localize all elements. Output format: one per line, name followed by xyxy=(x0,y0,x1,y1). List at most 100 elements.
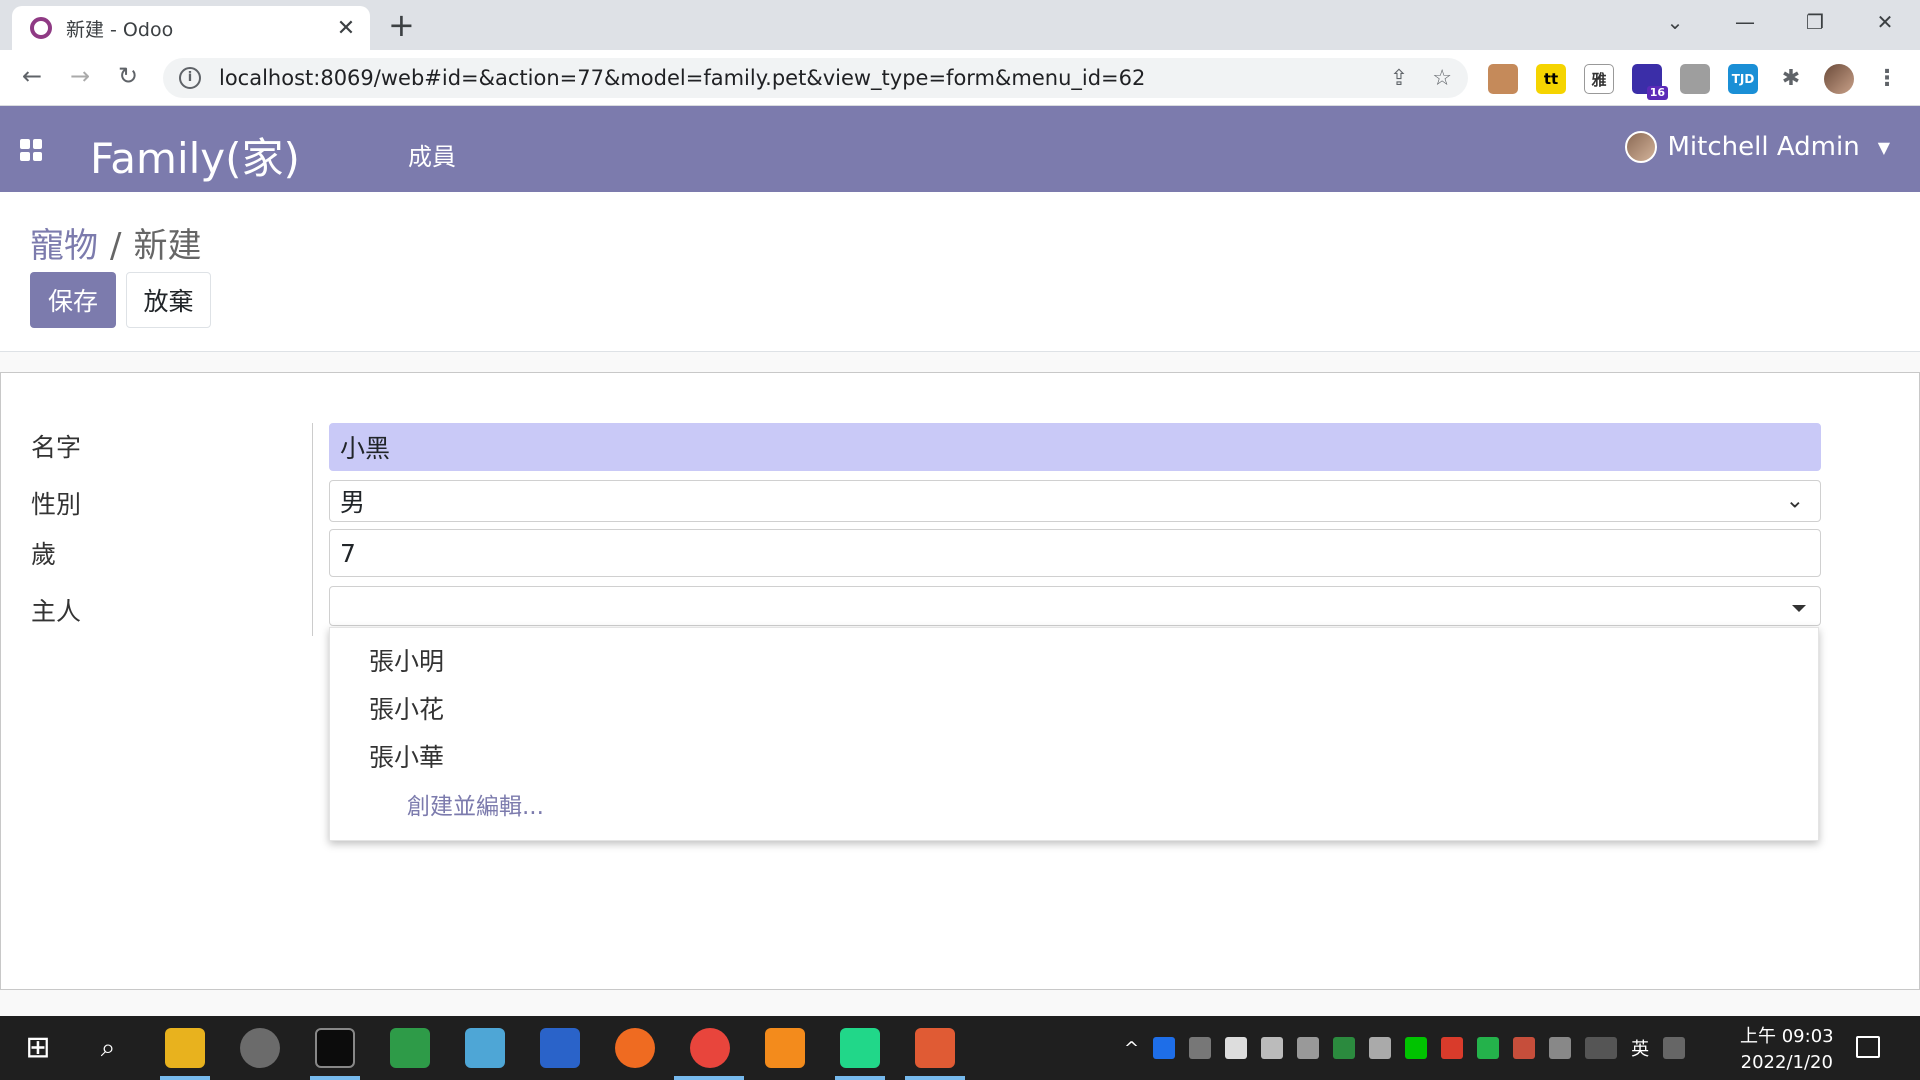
kebab-menu-icon[interactable]: ⋮ xyxy=(1872,64,1902,94)
settings-gear-icon[interactable] xyxy=(240,1028,280,1068)
check-shield-icon[interactable] xyxy=(1477,1037,1500,1059)
bluetooth-icon[interactable] xyxy=(1153,1037,1176,1059)
owner-option[interactable]: 張小明 xyxy=(369,642,444,678)
name-label: 名字 xyxy=(31,433,82,462)
age-label: 歲 xyxy=(31,540,57,569)
volume-icon[interactable] xyxy=(1369,1037,1392,1059)
window-controls: ⌄ — ❐ ✕ xyxy=(1640,0,1920,44)
notebook-app-icon[interactable] xyxy=(465,1028,505,1068)
breadcrumb: 寵物 / 新建 xyxy=(30,218,201,267)
url-text[interactable]: localhost:8069/web#id=&action=77&model=f… xyxy=(219,66,1390,90)
app-title[interactable]: Family(家) xyxy=(90,125,300,186)
browser-toolbar: ← → ↻ i localhost:8069/web#id=&action=77… xyxy=(0,50,1920,106)
owner-input[interactable] xyxy=(329,586,1821,626)
ime-language-indicator[interactable]: 英 xyxy=(1631,1035,1649,1061)
breadcrumb-current: 新建 xyxy=(133,226,202,266)
firefox-icon[interactable] xyxy=(615,1028,655,1068)
menu-members[interactable]: 成員 xyxy=(408,137,456,172)
pycharm-icon[interactable] xyxy=(840,1028,880,1068)
owner-option[interactable]: 張小華 xyxy=(369,738,444,774)
forward-icon[interactable]: → xyxy=(64,62,96,90)
close-window-icon[interactable]: ✕ xyxy=(1850,0,1920,44)
battery-icon[interactable] xyxy=(1261,1037,1284,1059)
active-indicator xyxy=(835,1076,885,1080)
ya-extension-icon[interactable]: 雅 xyxy=(1584,64,1614,94)
active-indicator xyxy=(674,1076,744,1080)
age-input[interactable]: 7 xyxy=(329,529,1821,577)
gender-select[interactable]: 男 ⌄ xyxy=(329,480,1821,522)
office-app-icon[interactable] xyxy=(390,1028,430,1068)
restore-icon[interactable]: ❐ xyxy=(1780,0,1850,44)
owner-option[interactable]: 張小花 xyxy=(369,690,444,726)
create-and-edit-link[interactable]: 創建並編輯... xyxy=(407,787,544,821)
user-menu[interactable]: Mitchell Admin ▼ xyxy=(1625,131,1890,163)
name-input[interactable]: 小黑 xyxy=(329,423,1821,471)
user-avatar xyxy=(1625,131,1658,163)
browser-tab-strip: 新建 - Odoo ✕ + ⌄ — ❐ ✕ xyxy=(0,0,1920,50)
minimize-icon[interactable]: — xyxy=(1710,0,1780,44)
share-icon[interactable]: ⇪ xyxy=(1390,66,1408,91)
control-panel: 寵物 / 新建 保存 放棄 xyxy=(0,192,1920,352)
back-icon[interactable]: ← xyxy=(16,62,48,90)
apps-grid-icon[interactable] xyxy=(20,139,42,161)
active-indicator xyxy=(160,1076,210,1080)
terminal-icon[interactable] xyxy=(315,1028,355,1068)
save-button[interactable]: 保存 xyxy=(30,272,116,328)
tjd-extension-icon[interactable]: TJD xyxy=(1728,64,1758,94)
new-tab-icon[interactable]: + xyxy=(388,9,415,41)
browser-tab[interactable]: 新建 - Odoo ✕ xyxy=(12,6,370,50)
profile-card-extension-icon[interactable] xyxy=(1680,64,1710,94)
dropdown-caret-icon[interactable] xyxy=(1792,605,1806,612)
windows-start-icon[interactable]: ⊞ xyxy=(18,1028,58,1068)
gender-value: 男 xyxy=(340,488,366,517)
extension-badge: 16 xyxy=(1646,86,1668,100)
ime-mode-icon[interactable] xyxy=(1663,1037,1686,1059)
chrome-icon[interactable] xyxy=(690,1028,730,1068)
reload-icon[interactable]: ↻ xyxy=(112,62,144,90)
sync-tray-icon[interactable] xyxy=(1513,1037,1536,1059)
active-indicator xyxy=(905,1076,965,1080)
user-name: Mitchell Admin xyxy=(1667,132,1860,162)
odoo-favicon-icon xyxy=(30,17,52,39)
breadcrumb-pets-link[interactable]: 寵物 xyxy=(30,226,98,266)
security-shield-icon[interactable] xyxy=(1225,1037,1248,1059)
sublime-text-icon[interactable] xyxy=(765,1028,805,1068)
search-icon[interactable]: ⌕ xyxy=(88,1028,128,1068)
bookmark-star-icon[interactable]: ☆ xyxy=(1432,66,1452,91)
show-hidden-icons-icon[interactable]: ^ xyxy=(1124,1038,1139,1059)
puzzle-extensions-icon[interactable]: ✱ xyxy=(1776,64,1806,94)
profile-avatar[interactable] xyxy=(1824,64,1854,94)
line-chat-icon[interactable] xyxy=(1405,1037,1428,1059)
site-info-icon[interactable]: i xyxy=(179,67,201,89)
caret-down-icon: ▼ xyxy=(1877,137,1890,157)
git-app-icon[interactable] xyxy=(915,1028,955,1068)
clock-date: 2022/1/20 xyxy=(1740,1052,1833,1073)
gender-label: 性別 xyxy=(31,490,82,519)
address-bar[interactable]: i localhost:8069/web#id=&action=77&model… xyxy=(163,58,1468,98)
camera-icon[interactable] xyxy=(1189,1037,1212,1059)
breadcrumb-separator: / xyxy=(110,226,122,266)
graduation-extension-icon[interactable]: 16 xyxy=(1632,64,1668,100)
stats-tray-icon[interactable] xyxy=(1441,1037,1464,1059)
discard-button[interactable]: 放棄 xyxy=(126,272,211,328)
pen-icon[interactable] xyxy=(1549,1037,1572,1059)
tab-search-icon[interactable]: ⌄ xyxy=(1640,0,1710,44)
tt-extension-icon[interactable]: tt xyxy=(1536,64,1566,94)
chevron-down-icon: ⌄ xyxy=(1785,488,1804,514)
system-tray: ^ 英 xyxy=(1124,1016,1686,1080)
monkey-extension-icon[interactable] xyxy=(1488,64,1518,94)
odoo-navbar: Family(家) 成員 Mitchell Admin ▼ xyxy=(0,106,1920,192)
windows-taskbar: ⊞ ⌕ ^ 英 上午 09:03 2022/1/20 xyxy=(0,1016,1920,1080)
network-app-icon[interactable] xyxy=(540,1028,580,1068)
extensions-area: tt 雅 16 TJD ✱ ⋮ xyxy=(1488,64,1902,100)
system-clock[interactable]: 上午 09:03 2022/1/20 xyxy=(1740,1024,1834,1076)
chart-tray-icon[interactable] xyxy=(1333,1037,1356,1059)
notification-center-icon[interactable] xyxy=(1856,1036,1880,1058)
tab-title: 新建 - Odoo xyxy=(66,18,174,41)
keyboard-icon[interactable] xyxy=(1585,1037,1618,1059)
owner-dropdown: 張小明 張小花 張小華 創建並編輯... xyxy=(329,627,1819,841)
wifi-icon[interactable] xyxy=(1297,1037,1320,1059)
tab-close-icon[interactable]: ✕ xyxy=(334,16,358,41)
file-explorer-icon[interactable] xyxy=(165,1028,205,1068)
owner-label: 主人 xyxy=(31,597,82,626)
